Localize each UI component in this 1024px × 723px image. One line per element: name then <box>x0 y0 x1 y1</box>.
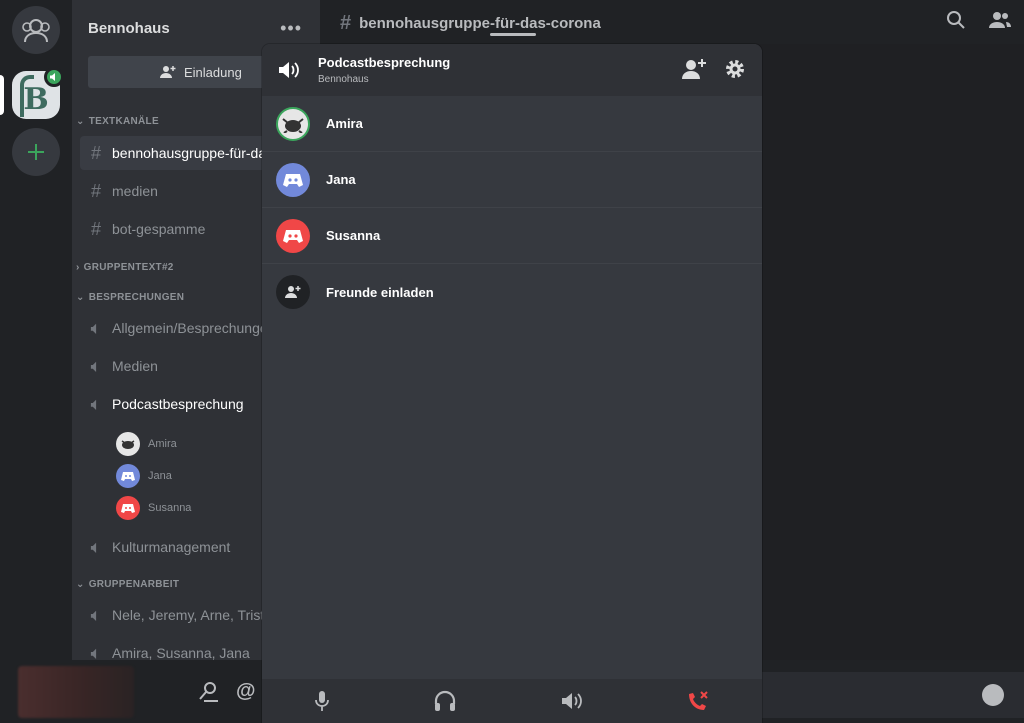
locked-hash-icon: # <box>90 180 101 201</box>
server-name: Bennohaus <box>88 19 170 37</box>
category-gruppentext[interactable]: › GRUPPENTEXT#2 <box>76 262 174 273</box>
invite-label: Einladung <box>184 64 242 80</box>
microphone-icon[interactable] <box>314 690 330 712</box>
popup-subtitle: Bennohaus <box>318 74 369 85</box>
header-indicator <box>490 33 536 36</box>
discord-avatar-icon <box>116 464 140 488</box>
server-icon-bennohaus[interactable]: B <box>12 67 64 119</box>
chevron-down-icon: ⌄ <box>76 116 85 127</box>
invite-friends-button[interactable]: Freunde einladen <box>262 264 762 320</box>
more-icon[interactable]: ••• <box>280 18 302 39</box>
members-icon[interactable] <box>988 10 1012 30</box>
discord-avatar-icon <box>116 496 140 520</box>
category-besprechungen[interactable]: ⌄ BESPRECHUNGEN <box>76 292 184 303</box>
speaker-icon: 🔈︎ <box>90 604 102 625</box>
popup-header: Podcastbesprechung Bennohaus <box>262 44 762 96</box>
server-logo-arch <box>20 75 34 117</box>
chevron-right-icon: › <box>76 262 80 273</box>
popup-title: Podcastbesprechung <box>318 55 451 70</box>
popup-member-susanna[interactable]: Susanna <box>262 208 762 264</box>
home-button[interactable] <box>12 6 60 54</box>
plus-icon <box>28 144 44 160</box>
voice-user-susanna[interactable]: Susanna <box>116 494 191 522</box>
search-icon[interactable] <box>946 10 966 30</box>
speaker-icon[interactable] <box>561 691 583 711</box>
speaker-icon: 🔈︎ <box>90 355 102 376</box>
member-name: Jana <box>326 172 356 187</box>
add-user-icon[interactable] <box>682 58 706 80</box>
emoji-icon[interactable] <box>982 684 1004 706</box>
speaker-icon <box>50 73 55 81</box>
mentions-icon[interactable]: @ <box>236 680 256 702</box>
disconnect-call-icon[interactable] <box>686 690 710 712</box>
headphones-icon[interactable] <box>433 690 457 712</box>
category-gruppenarbeit[interactable]: ⌄ GRUPPENARBEIT <box>76 579 179 590</box>
speaker-icon: 🔈︎ <box>90 536 102 557</box>
member-name: Susanna <box>326 228 381 243</box>
voice-user-amira[interactable]: Amira <box>116 430 177 458</box>
locked-hash-icon: # <box>90 218 101 239</box>
user-panel-blurred[interactable] <box>18 666 134 718</box>
voice-user-jana[interactable]: Jana <box>116 462 172 490</box>
friends-icon <box>22 19 50 43</box>
hash-icon: # <box>340 12 352 34</box>
category-textkanaele[interactable]: ⌄ TEXTKANÄLE <box>76 116 159 127</box>
selected-server-indicator <box>0 75 4 115</box>
channel-title[interactable]: # bennohausgruppe-für-das-corona <box>340 12 601 35</box>
voice-channel-popup: Podcastbesprechung Bennohaus Amira Jana … <box>262 44 762 723</box>
add-user-icon <box>160 66 176 78</box>
add-server-button[interactable] <box>12 128 60 176</box>
voice-controls <box>262 679 762 723</box>
chevron-down-icon: ⌄ <box>76 579 85 590</box>
avatar <box>276 106 310 141</box>
header-actions <box>946 10 1012 30</box>
member-name: Amira <box>326 116 363 131</box>
speaker-icon <box>279 62 299 78</box>
voice-active-badge <box>44 67 64 87</box>
invite-friends-label: Freunde einladen <box>326 284 434 300</box>
avatar <box>116 432 140 456</box>
speaker-icon: 🔈︎ <box>90 393 102 414</box>
chevron-down-icon: ⌄ <box>76 292 85 303</box>
server-rail: B <box>0 0 72 660</box>
search-user-icon[interactable] <box>198 680 220 702</box>
add-user-icon <box>276 275 310 309</box>
popup-title-block: Podcastbesprechung Bennohaus <box>318 55 450 85</box>
discord-avatar-icon <box>276 218 310 253</box>
discord-avatar-icon <box>276 162 310 197</box>
hash-icon: # <box>90 142 101 163</box>
popup-member-jana[interactable]: Jana <box>262 152 762 208</box>
bottom-nav: @ <box>198 680 256 702</box>
popup-actions <box>682 58 746 80</box>
gear-icon[interactable] <box>724 58 746 80</box>
speaker-icon: 🔈︎ <box>90 642 102 661</box>
speaker-icon: 🔈︎ <box>90 317 102 338</box>
popup-member-amira[interactable]: Amira <box>262 96 762 152</box>
